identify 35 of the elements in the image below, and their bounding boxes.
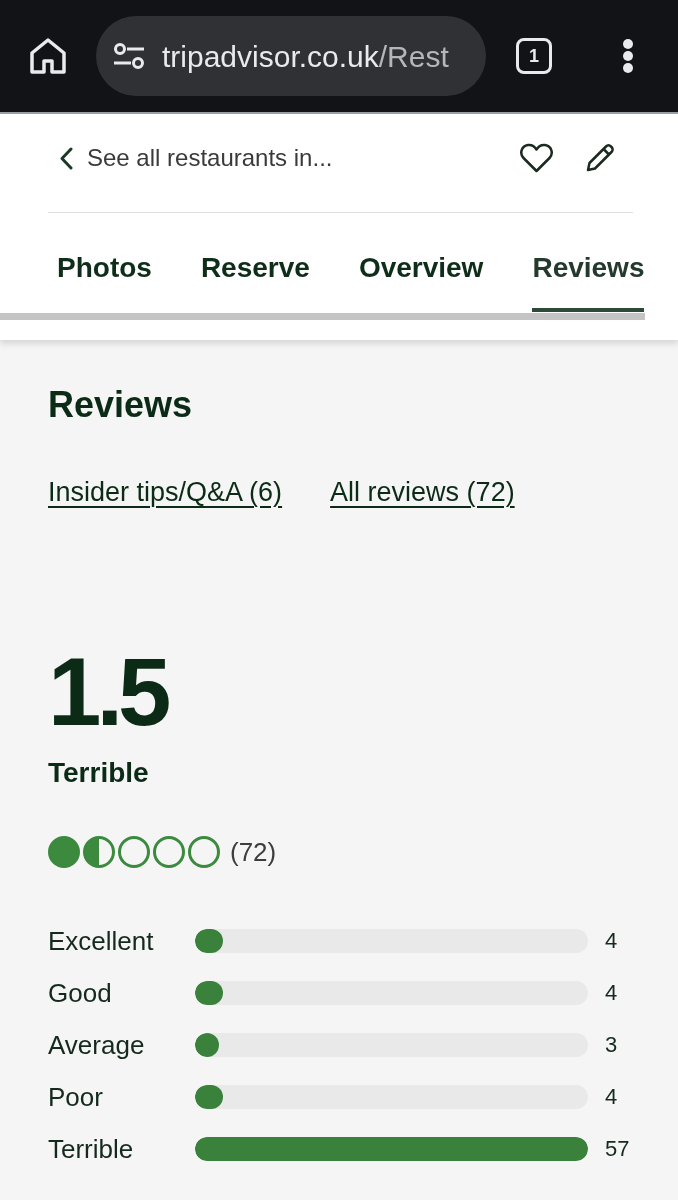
review-count: (72) (230, 836, 277, 868)
rating-score: 1.5 (48, 644, 167, 740)
rating-bubble-icon (48, 836, 80, 868)
rating-count: 4 (605, 979, 618, 1007)
rating-count: 57 (605, 1135, 630, 1163)
rating-bubble-icon (83, 836, 115, 868)
section-link[interactable]: Insider tips/Q&A (6) (48, 474, 283, 510)
home-icon[interactable] (30, 38, 66, 74)
back-link[interactable]: See all restaurants in... (60, 140, 333, 176)
rating-label: Excellent (48, 925, 155, 957)
tab[interactable]: Overview (358, 247, 484, 312)
rating-label: Poor (48, 1081, 104, 1113)
rating-label: Good (48, 977, 113, 1009)
sliders-icon[interactable] (113, 43, 145, 69)
more-menu-icon[interactable] (621, 38, 635, 74)
tab[interactable]: Reserve (200, 247, 310, 312)
chevron-left-icon (60, 146, 73, 170)
section-link[interactable]: All reviews (72) (330, 474, 515, 510)
rating-bubble-icon (153, 836, 185, 868)
tab-switcher-button[interactable]: 1 (516, 38, 552, 74)
pencil-icon[interactable] (585, 143, 615, 173)
tab[interactable]: Photos (57, 247, 152, 312)
rating-bubble-icon (118, 836, 150, 868)
heart-icon[interactable] (520, 143, 553, 173)
rating-label: Average (48, 1029, 146, 1061)
rating-verdict: Terrible (48, 756, 149, 790)
url-path: /Rest (378, 38, 449, 75)
rating-count: 4 (605, 1083, 618, 1111)
rating-label: Terrible (48, 1133, 135, 1165)
rating-bubble-icon (188, 836, 220, 868)
url-host: tripadvisor.co.uk (162, 38, 379, 75)
section-heading: Reviews (48, 383, 193, 427)
rating-count: 4 (605, 927, 618, 955)
address-bar[interactable]: tripadvisor.co.uk/Rest (96, 16, 486, 96)
rating-count: 3 (605, 1031, 618, 1059)
